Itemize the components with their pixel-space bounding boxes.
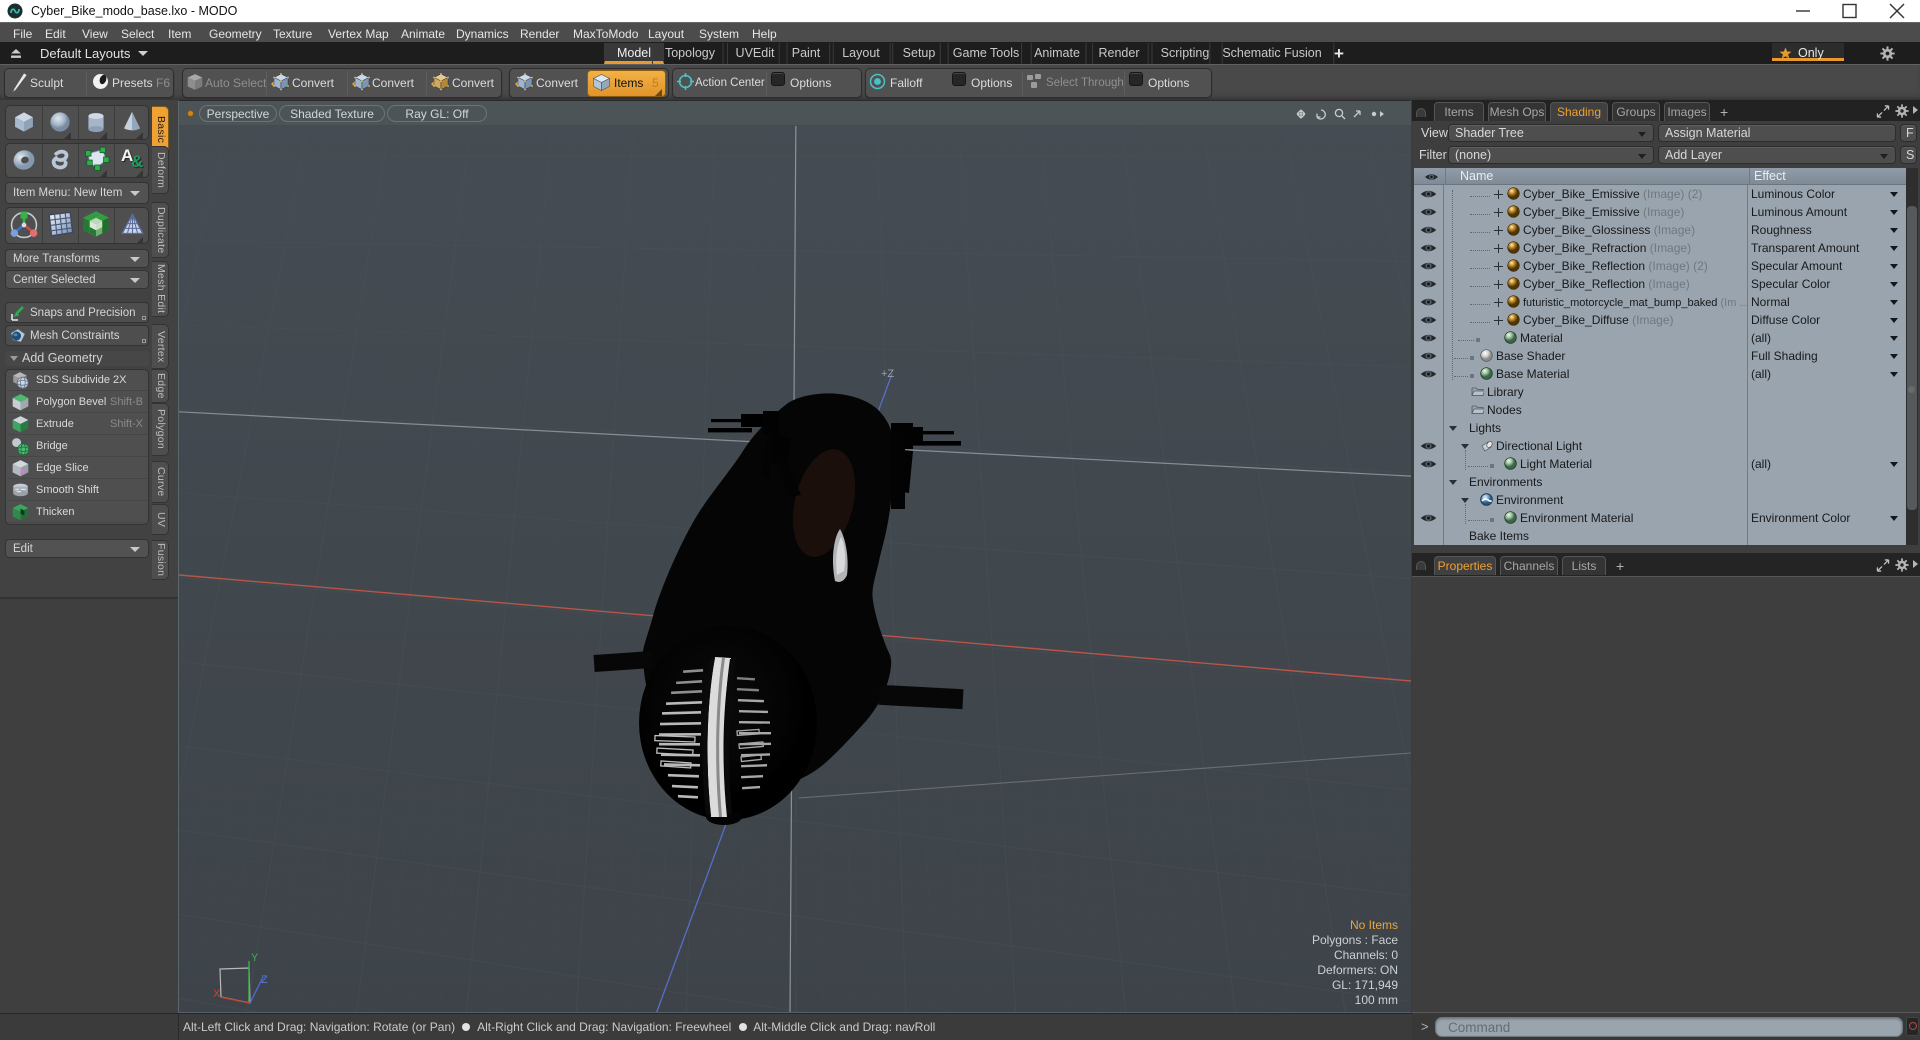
svg-text:X: X <box>213 988 221 1000</box>
svg-text:Y: Y <box>251 952 259 964</box>
svg-text:+Z: +Z <box>881 368 894 380</box>
svg-text:Z: Z <box>261 974 268 986</box>
